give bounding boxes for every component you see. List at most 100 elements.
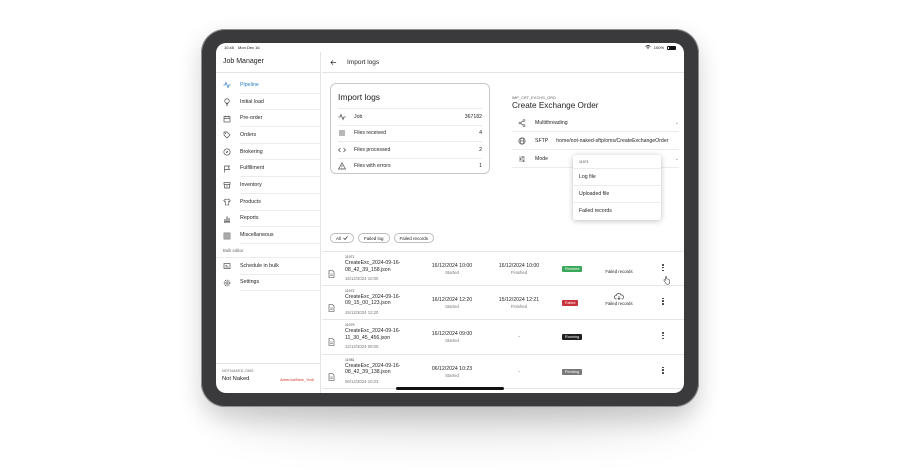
more-options-icon[interactable] [661,264,665,272]
finished-time: 16/12/2024 10:00 [498,263,540,269]
logs-table: 11971 CreateExc_2024-09-16-08_42_39_158.… [322,251,684,389]
started-label: Started [445,338,459,343]
status-badge: Running [562,334,583,340]
sftp-path: home/not-naked-sftp/oms/CreateExchangeOr… [556,137,669,144]
sidebar-item-initial-load[interactable]: Initial load [216,94,320,111]
failed-records-label: Failed records [605,300,633,306]
status-time: 10:45 [224,45,235,50]
log-date: 06/12/2024 10:23 [345,378,379,384]
failed-records-download[interactable]: Failed records [601,292,637,306]
sidebar-item-products[interactable]: Products [216,194,320,211]
sidebar-item-fulfillment[interactable]: Fulfillment [216,160,320,178]
more-options-icon[interactable] [661,332,665,340]
calendar-icon [223,115,231,123]
status-date: Mon Dec 16 [238,45,260,50]
sidebar-item-orders[interactable]: Orders [216,127,320,144]
sidebar-item-schedule-in-bulk[interactable]: Schedule in bulk [216,258,320,275]
sidebar-item-pipeline[interactable]: Pipeline [216,77,320,94]
summary-row-files-processed: Files processed 2 [338,141,482,158]
log-date: 16/12/2024 10:00 [345,276,379,281]
chevron-down-icon: ⌄ [674,119,679,126]
log-id: 11979 [345,323,355,327]
app-title: Job Manager [216,52,320,73]
job-row-multithreading[interactable]: Multithreading ⌄ [512,114,679,132]
started-label: Started [445,372,459,378]
more-options-icon[interactable] [661,297,665,305]
tablet-screen: 10:45 Mon Dec 16 100% Job Manager Pipeli… [216,43,684,393]
footer-org: NOTNAKED-OMS [222,369,254,373]
check-icon [343,235,348,241]
document-icon [328,265,335,283]
started-time: 16/12/2024 12:20 [431,296,473,303]
sidebar-section-label: Bulk editor [216,245,320,258]
sidebar-item-label: Pre-order [240,110,320,128]
list-icon [338,129,346,137]
filter-chip-all[interactable]: All [330,233,355,243]
menu-item-uploaded-file[interactable]: Uploaded file [573,186,661,203]
sidebar-item-label: Initial load [240,94,320,111]
sidebar-item-miscellaneous[interactable]: Miscellaneous [216,227,320,244]
wifi-icon [645,45,651,50]
gear-icon [223,279,231,287]
summary-label: Files processed [354,146,391,153]
finished-cell: 15/12/2024 12:21 Finished [489,297,549,309]
started-cell: 16/12/2024 12:20 Started [422,297,482,309]
started-time: 16/12/2024 10:00 [431,263,473,269]
menu-item-log-file[interactable]: Log file [573,169,661,186]
started-time: 16/12/2024 09:00 [431,331,473,337]
sidebar-item-label: Orders [240,127,320,144]
summary-value: 1 [479,163,482,170]
schedule-icon [223,262,231,270]
more-options-icon[interactable] [661,366,665,374]
document-icon [328,368,335,386]
table-row[interactable]: 11971 CreateExc_2024-09-16-08_42_39_158.… [322,251,684,286]
hand-cursor-icon [663,272,670,290]
table-row[interactable]: 11972 CreateExc_2024-09-16-09_15_00_123.… [322,286,684,320]
sliders-icon [518,155,526,163]
chip-label: Failed log [364,235,384,241]
sidebar-item-label: Products [240,194,320,211]
home-indicator[interactable] [396,387,504,390]
back-arrow-icon[interactable] [330,59,337,66]
table-row[interactable]: 11979 CreateExc_2024-09-16-11_30_45_456.… [322,320,684,355]
finished-label: Finished [510,303,528,309]
status-badge: Finished [562,266,583,272]
table-row[interactable]: 11981 CreateExc_2024-09-16-08_42_39_138.… [322,355,684,389]
status-bar: 10:45 Mon Dec 16 100% [216,43,684,52]
sidebar-item-inventory[interactable]: Inventory [216,177,320,194]
failed-records-link[interactable]: Failed records [601,269,637,274]
chevron-down-icon: ⌄ [674,155,679,162]
sidebar-item-label: Schedule in bulk [240,258,320,275]
finished-time: - [518,334,520,340]
grid-icon [223,232,231,240]
sidebar-item-settings[interactable]: Settings [216,275,320,292]
summary-label: Files with errors [354,163,391,170]
started-label: Started [445,303,459,309]
job-row-sftp: SFTP home/not-naked-sftp/oms/CreateExcha… [512,132,679,150]
sidebar-item-reports[interactable]: Reports [216,211,320,228]
page-title: Import logs [347,58,380,66]
battery-percent: 100% [653,45,664,50]
menu-item-failed-records[interactable]: Failed records [573,203,661,220]
summary-row-files-received: Files received 4 [338,124,482,142]
pipeline-icon [223,81,231,89]
finished-time: - [518,368,520,375]
finished-label: Finished [510,270,528,275]
compass-icon [223,148,231,156]
started-cell: 16/12/2024 09:00 Started [422,331,482,343]
started-cell: 16/12/2024 10:00 Started [422,263,482,275]
status-badge: Pending [562,368,582,375]
battery-icon [667,45,676,50]
document-icon [328,299,335,317]
filter-chip-failed-log[interactable]: Failed log [358,233,390,243]
warning-icon [338,162,346,170]
sidebar-item-pre-order[interactable]: Pre-order [216,110,320,128]
log-date: 15/12/2024 12:20 [345,309,379,315]
sidebar-item-brokering[interactable]: Brokering [216,144,320,161]
finished-time: 15/12/2024 12:21 [498,296,540,303]
shirt-icon [223,198,231,206]
job-code: IMP_CRT_EXCHG_ORD [512,96,556,100]
log-file-name: CreateExc_2024-09-16-08_42_39_158.json [345,260,401,273]
footer-timezone[interactable]: America/New_York [280,377,314,382]
filter-chip-failed-records[interactable]: Failed records [393,233,435,243]
